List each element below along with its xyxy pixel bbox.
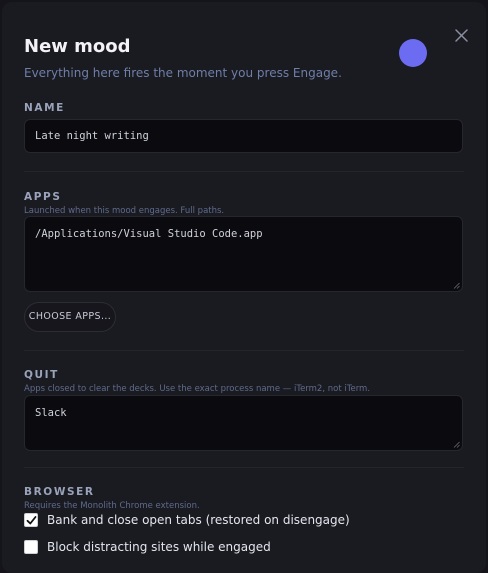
name-input[interactable]: Late night writing — [24, 119, 463, 153]
quit-textarea-value: Slack — [35, 407, 67, 419]
name-input-value: Late night writing — [35, 130, 149, 142]
choose-apps-button[interactable]: CHOOSE APPS... — [24, 302, 116, 332]
divider — [24, 171, 464, 172]
quit-section-label: QUIT — [24, 369, 59, 381]
bank-tabs-checkbox[interactable] — [24, 513, 38, 527]
resize-grip-icon[interactable] — [453, 282, 460, 289]
quit-textarea[interactable]: Slack — [24, 395, 463, 451]
name-section-label: NAME — [24, 102, 65, 114]
dialog-subtitle: Everything here fires the moment you pre… — [24, 66, 342, 80]
apps-textarea[interactable]: /Applications/Visual Studio Code.app — [24, 216, 463, 292]
bank-tabs-label: Bank and close open tabs (restored on di… — [47, 513, 350, 527]
new-mood-dialog: New mood Everything here fires the momen… — [2, 2, 486, 573]
close-button[interactable] — [452, 26, 472, 46]
bank-tabs-option[interactable]: Bank and close open tabs (restored on di… — [24, 513, 350, 527]
block-sites-option[interactable]: Block distracting sites while engaged — [24, 540, 271, 554]
divider — [24, 467, 464, 468]
block-sites-checkbox[interactable] — [24, 540, 38, 554]
browser-section-label: BROWSER — [24, 486, 95, 498]
browser-section-hint: Requires the Monolith Chrome extension. — [24, 501, 200, 511]
apps-section-label: APPS — [24, 191, 62, 203]
apps-textarea-value: /Applications/Visual Studio Code.app — [35, 228, 263, 240]
checkmark-icon — [26, 515, 36, 524]
mood-color-picker[interactable] — [399, 39, 427, 67]
close-icon — [455, 29, 468, 42]
divider — [24, 350, 464, 351]
resize-grip-icon[interactable] — [453, 441, 460, 448]
dialog-title: New mood — [24, 36, 131, 57]
quit-section-hint: Apps closed to clear the decks. Use the … — [24, 384, 371, 394]
block-sites-label: Block distracting sites while engaged — [47, 540, 271, 554]
apps-section-hint: Launched when this mood engages. Full pa… — [24, 206, 225, 216]
